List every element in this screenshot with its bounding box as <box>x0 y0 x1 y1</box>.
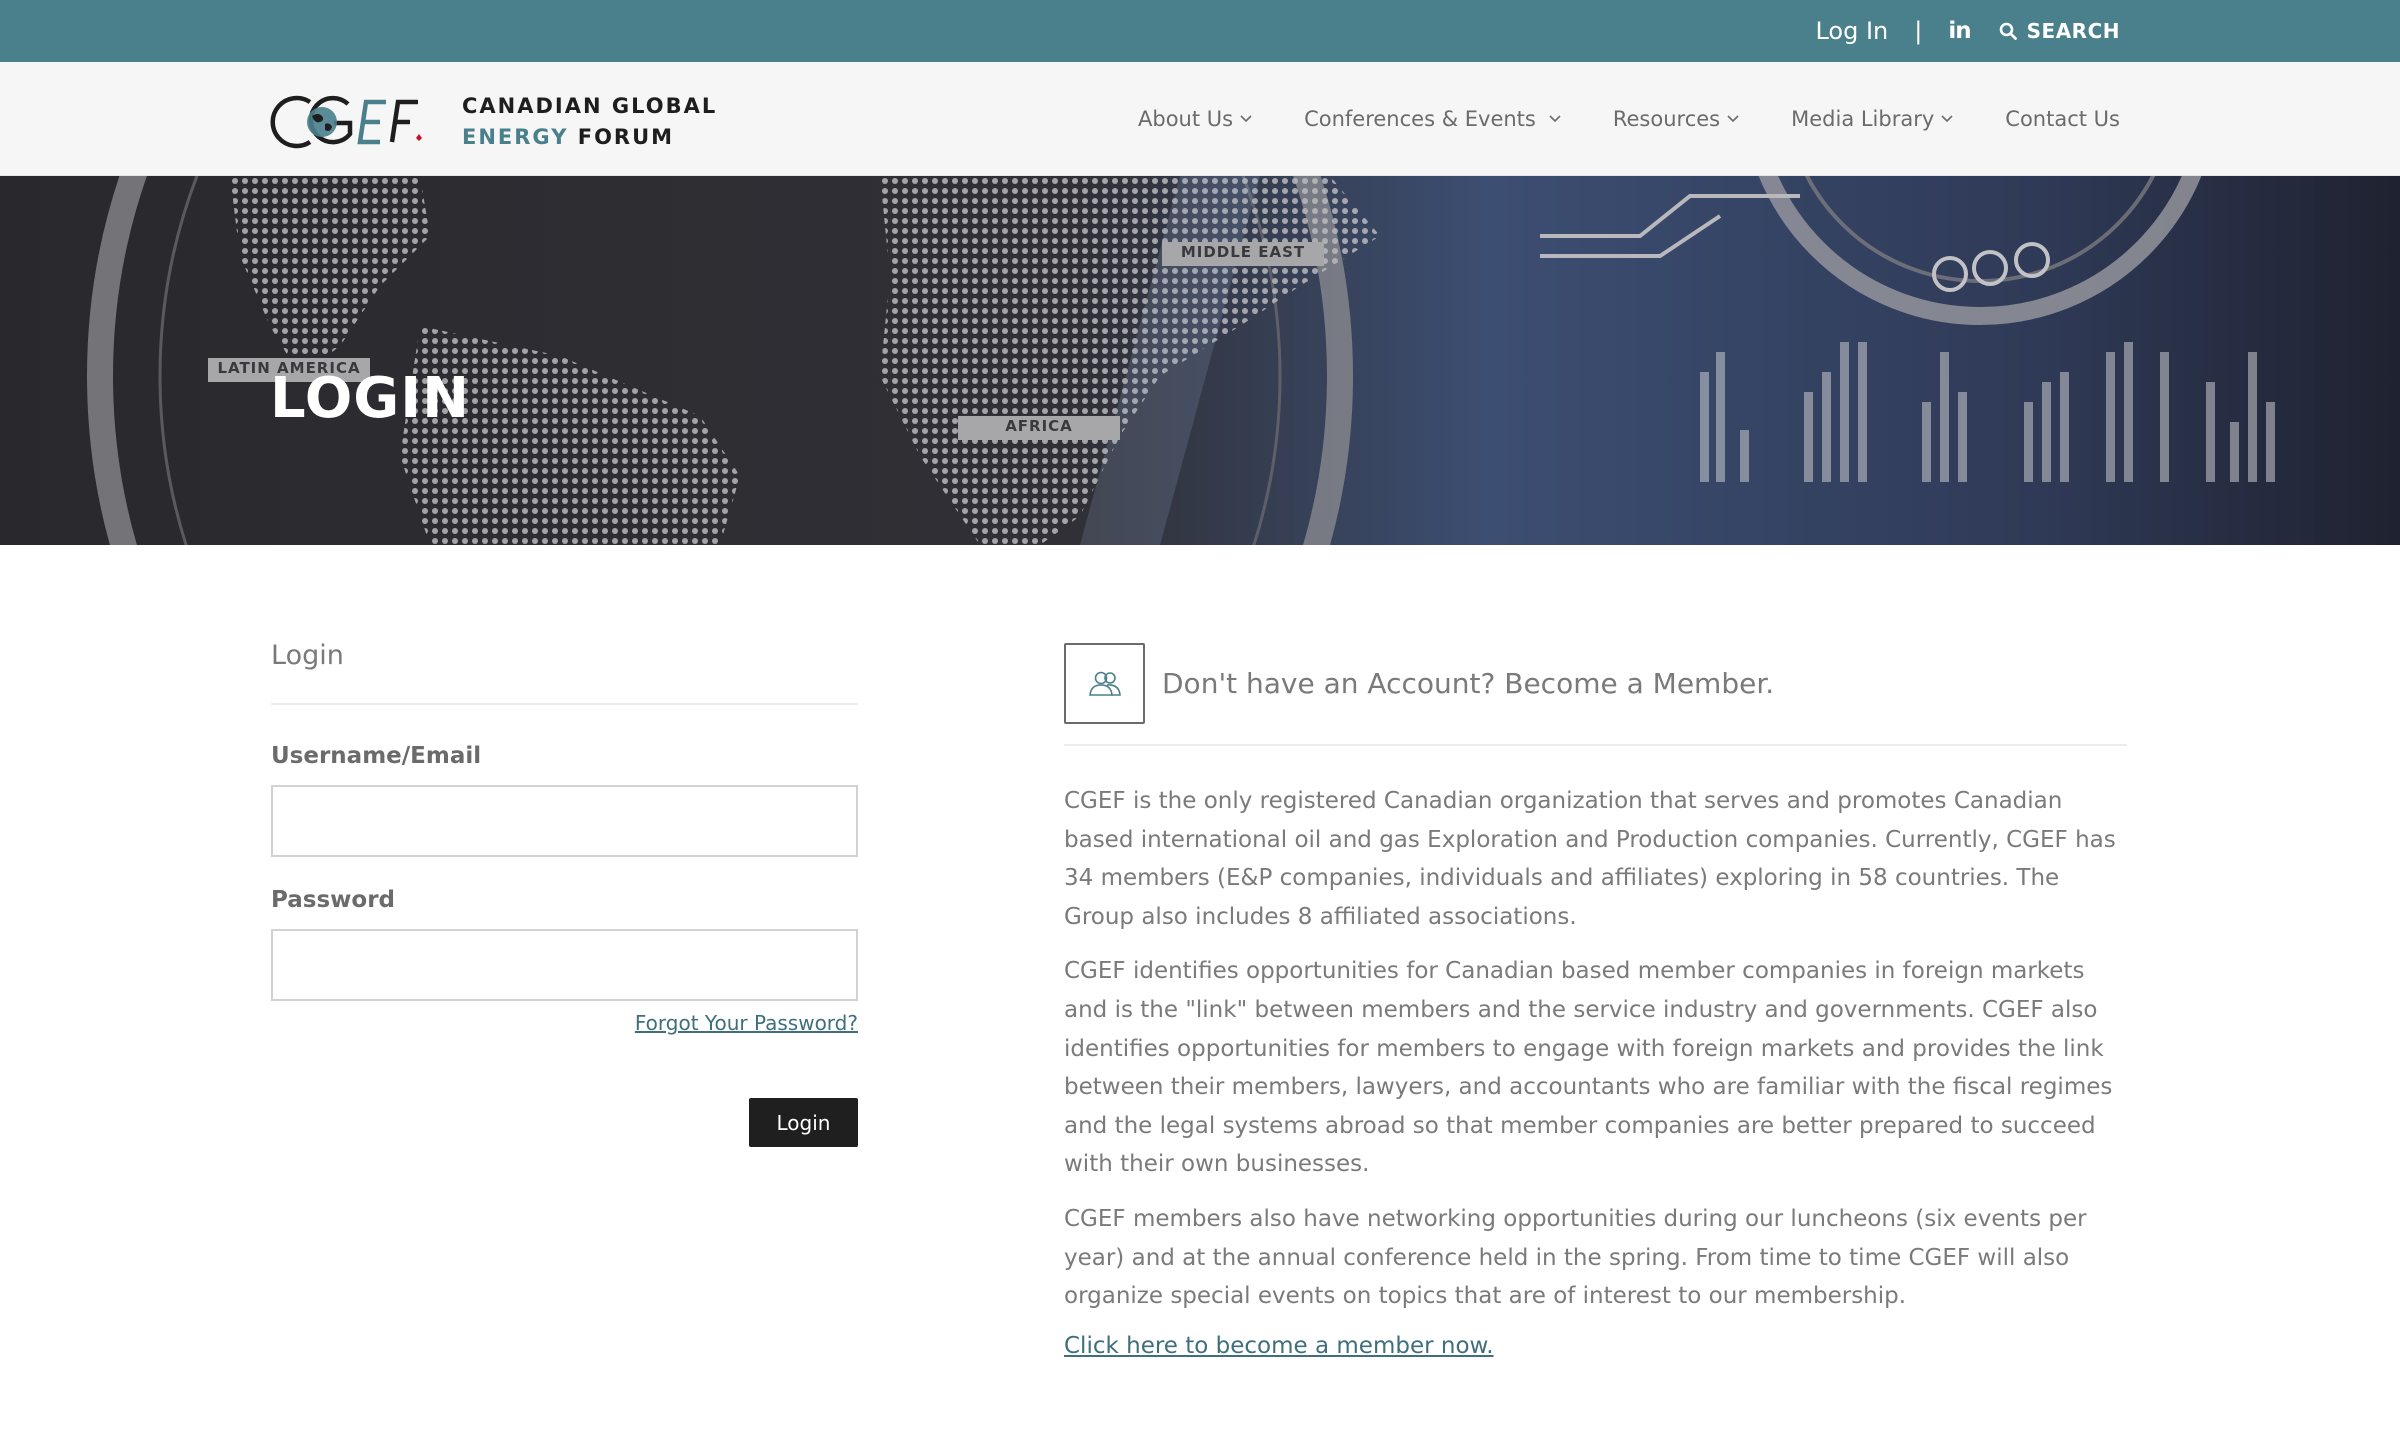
members-icon <box>1064 642 1145 724</box>
search-label: SEARCH <box>2026 19 2120 43</box>
login-link[interactable]: Log In <box>1815 17 1888 45</box>
nav-label: Contact Us <box>2005 107 2120 131</box>
page-title: LOGIN <box>270 366 470 431</box>
password-label: Password <box>271 887 395 913</box>
map-label-middle-east: MIDDLE EAST <box>1180 243 1306 261</box>
main-nav: About Us Conferences & Events Resources … <box>1086 62 2120 176</box>
logo-wordmark: CANADIAN GLOBAL ENERGY FORUM <box>462 91 717 153</box>
username-input[interactable] <box>271 785 858 857</box>
search-button[interactable]: SEARCH <box>1999 19 2120 43</box>
site-logo[interactable]: CANADIAN GLOBAL ENERGY FORUM <box>270 92 717 152</box>
utility-separator: | <box>1914 17 1923 45</box>
login-submit-button[interactable]: Login <box>749 1098 858 1147</box>
site-header: CANADIAN GLOBAL ENERGY FORUM About Us Co… <box>0 62 2400 176</box>
top-utility-bar: Log In | in SEARCH <box>0 0 2400 62</box>
cgef-logo-mark <box>270 95 422 149</box>
logo-forum: FORUM <box>577 125 675 149</box>
utility-links: Log In | in SEARCH <box>1815 0 2120 62</box>
hero-banner: LATIN AMERICA MIDDLE EAST AFRICA LOGIN <box>0 176 2400 545</box>
chevron-down-icon <box>1727 115 1739 123</box>
logo-line-2: ENERGY FORUM <box>462 122 717 153</box>
membership-title: Don't have an Account? Become a Member. <box>1162 666 1775 700</box>
become-member-link[interactable]: Click here to become a member now. <box>1064 1333 1494 1359</box>
linkedin-icon[interactable]: in <box>1948 18 1971 44</box>
chevron-down-icon <box>1240 115 1252 123</box>
nav-contact-us[interactable]: Contact Us <box>2005 107 2120 131</box>
map-label-africa: AFRICA <box>1005 417 1073 435</box>
chevron-down-icon <box>1941 115 1953 123</box>
forgot-password-link[interactable]: Forgot Your Password? <box>271 1011 858 1035</box>
password-input[interactable] <box>271 929 858 1001</box>
username-label: Username/Email <box>271 743 482 769</box>
nav-conferences-events[interactable]: Conferences & Events <box>1304 107 1561 131</box>
chevron-down-icon <box>1549 115 1561 123</box>
nav-about-us[interactable]: About Us <box>1138 107 1252 131</box>
membership-paragraph-1: CGEF is the only registered Canadian org… <box>1064 788 2116 930</box>
logo-energy: ENERGY <box>462 125 569 149</box>
users-icon <box>1088 671 1121 696</box>
membership-paragraph-3: CGEF members also have networking opport… <box>1064 1205 2087 1310</box>
search-icon <box>1999 22 2017 40</box>
nav-label: About Us <box>1138 107 1234 131</box>
logo-line-1: CANADIAN GLOBAL <box>462 94 718 118</box>
membership-section: Don't have an Account? Become a Member. … <box>1064 642 2127 1359</box>
nav-label: Conferences & Events <box>1304 107 1536 131</box>
nav-media-library[interactable]: Media Library <box>1791 107 1953 131</box>
nav-resources[interactable]: Resources <box>1613 107 1739 131</box>
membership-header: Don't have an Account? Become a Member. <box>1064 642 2127 724</box>
membership-divider <box>1064 744 2127 746</box>
login-section-title: Login <box>271 640 858 705</box>
membership-paragraph-2: CGEF identifies opportunities for Canadi… <box>1064 958 2113 1178</box>
nav-label: Resources <box>1612 107 1721 131</box>
login-form: Login Username/Email Password Forgot You… <box>271 640 858 1147</box>
nav-label: Media Library <box>1791 107 1935 131</box>
